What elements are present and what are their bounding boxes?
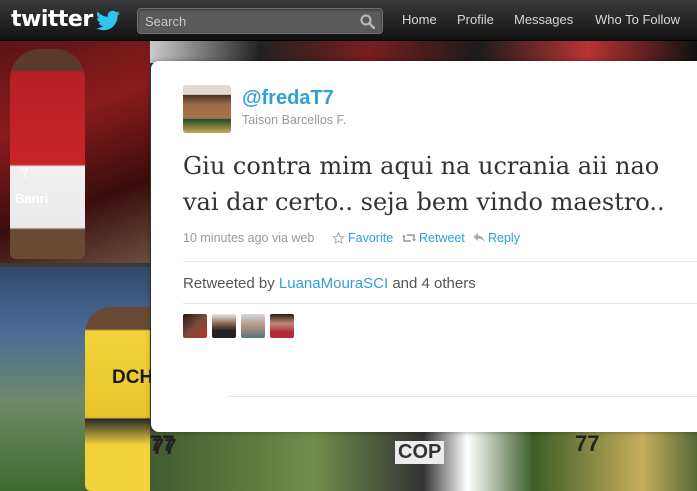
- logo-wordmark: twitter: [11, 7, 93, 32]
- tweet-text: Giu contra mim aqui na ucrania aii nao v…: [183, 152, 665, 216]
- jersey-number: 7: [22, 166, 29, 180]
- tweet-full-name: Taison Barcellos F.: [242, 113, 347, 127]
- retweeter-avatar[interactable]: [241, 314, 265, 338]
- search-box[interactable]: [137, 8, 383, 34]
- nav-who-to-follow[interactable]: Who To Follow: [595, 0, 680, 40]
- reply-label: Reply: [488, 231, 520, 245]
- tweet-card: @fredaT7 Taison Barcellos F. Giu contra …: [151, 61, 697, 432]
- player-figure-red: [10, 49, 85, 259]
- retweeted-by: Retweeted by LuanaMouraSCI and 4 others: [183, 275, 476, 292]
- divider: [183, 261, 697, 262]
- background-photo-red-player: 7 Banri: [0, 41, 150, 263]
- nav-messages[interactable]: Messages: [514, 0, 573, 40]
- tweet-handle[interactable]: @fredaT7: [242, 87, 334, 110]
- divider: [227, 396, 697, 397]
- nav-home[interactable]: Home: [402, 0, 437, 40]
- stadium-sign: COP: [395, 441, 445, 464]
- jersey-text: DCH: [112, 367, 154, 388]
- player-figure-yellow: [85, 307, 150, 491]
- retweeted-by-user[interactable]: LuanaMouraSCI: [279, 275, 388, 292]
- bird-icon: [95, 10, 120, 31]
- jersey-77-right: 77: [575, 431, 600, 456]
- favorite-button[interactable]: Favorite: [332, 231, 393, 245]
- retweeted-by-suffix[interactable]: and 4 others: [392, 275, 475, 292]
- retweeter-avatar[interactable]: [183, 314, 207, 338]
- reply-icon: [473, 233, 485, 243]
- star-icon: [332, 231, 345, 244]
- jersey-77-card-left: 77: [152, 434, 177, 459]
- reply-button[interactable]: Reply: [473, 231, 520, 245]
- retweet-label: Retweet: [419, 231, 465, 245]
- retweet-icon: [402, 234, 416, 242]
- favorite-label: Favorite: [348, 231, 394, 245]
- search-icon[interactable]: [360, 14, 375, 29]
- retweeter-avatar[interactable]: [270, 314, 294, 338]
- retweet-button[interactable]: Retweet: [402, 231, 465, 245]
- search-input[interactable]: [138, 9, 355, 33]
- jersey-sponsor: Banri: [15, 191, 49, 206]
- retweeted-by-prefix: Retweeted by: [183, 275, 275, 292]
- tweet-timestamp[interactable]: 10 minutes ago via web: [183, 231, 314, 245]
- divider: [183, 303, 697, 304]
- nav-profile[interactable]: Profile: [457, 0, 494, 40]
- top-bar: twitter Home Profile Messages Who To Fol…: [0, 0, 697, 41]
- retweeter-avatar[interactable]: [212, 314, 236, 338]
- avatar[interactable]: [183, 85, 231, 133]
- twitter-logo[interactable]: twitter: [11, 7, 122, 33]
- background-photo-strip-top: [150, 41, 697, 63]
